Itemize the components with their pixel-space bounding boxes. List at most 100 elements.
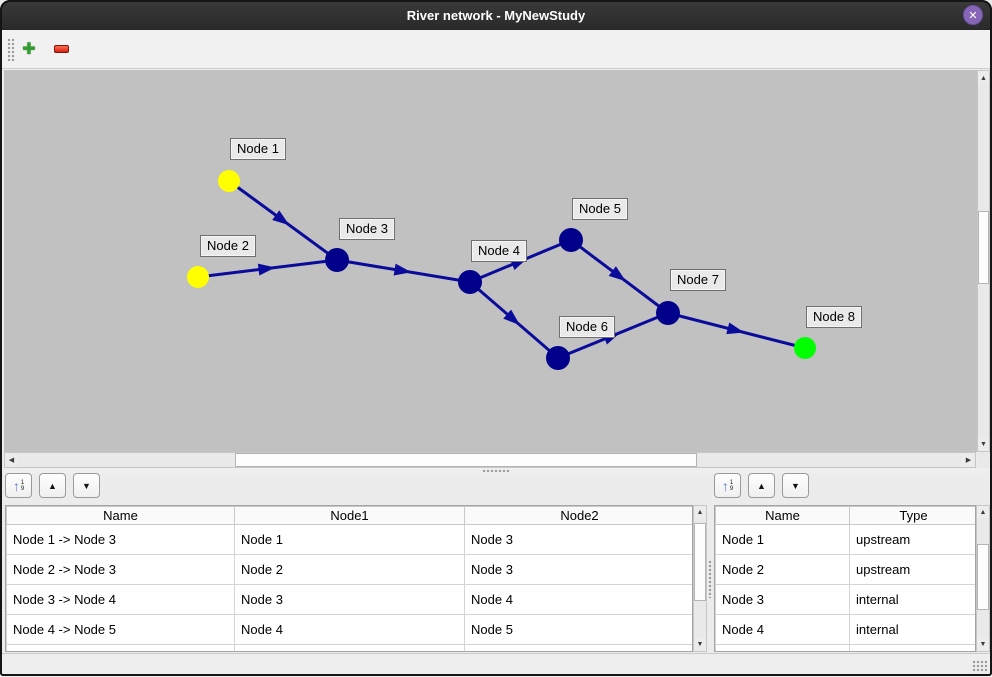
window-title: River network - MyNewStudy [407, 8, 585, 23]
node-circle[interactable] [187, 266, 209, 288]
table-cell[interactable]: Node 1 -> Node 3 [7, 525, 235, 555]
move-down-button[interactable]: ▼ [782, 473, 809, 498]
close-icon: ✕ [968, 9, 977, 22]
table-cell[interactable]: upstream [850, 525, 977, 555]
toolbar-drag-handle[interactable] [7, 38, 15, 61]
empty-cell [235, 645, 465, 653]
scrollbar-thumb[interactable] [694, 523, 706, 601]
table-cell[interactable]: Node 2 -> Node 3 [7, 555, 235, 585]
horizontal-scrollbar-thumb[interactable] [235, 453, 697, 467]
minus-icon [54, 45, 69, 53]
table-row[interactable]: Node 4internal [716, 615, 977, 645]
node-label[interactable]: Node 1 [230, 138, 286, 160]
table-cell[interactable]: Node 2 [235, 555, 465, 585]
column-header[interactable]: Node1 [235, 507, 465, 525]
scroll-down-arrow-icon[interactable]: ▼ [977, 638, 989, 651]
scroll-down-arrow-icon[interactable]: ▼ [978, 437, 989, 451]
empty-cell [465, 645, 694, 653]
scroll-up-arrow-icon[interactable]: ▲ [977, 506, 989, 519]
table-cell[interactable]: Node 3 [716, 585, 850, 615]
canvas-vertical-scrollbar[interactable]: ▲ ▼ [977, 70, 990, 452]
column-header[interactable]: Node2 [465, 507, 694, 525]
sort-icon: ↑ 1 9 [722, 479, 733, 493]
scroll-left-arrow-icon[interactable]: ◀ [5, 453, 18, 467]
edges-table: NameNode1Node2Node 1 -> Node 3Node 1Node… [5, 505, 693, 652]
node-label[interactable]: Node 3 [339, 218, 395, 240]
pane-splitter[interactable] [0, 468, 992, 473]
node-label[interactable]: Node 8 [806, 306, 862, 328]
table-cell[interactable]: Node 2 [716, 555, 850, 585]
empty-row [716, 645, 977, 653]
table-cell[interactable]: Node 1 [235, 525, 465, 555]
down-triangle-icon: ▼ [791, 481, 800, 491]
close-button[interactable]: ✕ [963, 5, 983, 25]
table-cell[interactable]: internal [850, 585, 977, 615]
status-bar [0, 653, 992, 677]
nodes-table-toolbar: ↑ 1 9 ▲ ▼ [714, 473, 809, 498]
sort-button[interactable]: ↑ 1 9 [714, 473, 741, 498]
scroll-up-arrow-icon[interactable]: ▲ [694, 506, 706, 519]
node-label[interactable]: Node 7 [670, 269, 726, 291]
scrollbar-thumb[interactable] [977, 544, 989, 610]
nodes-table-scrollbar[interactable]: ▲ ▼ [976, 505, 990, 652]
table-cell[interactable]: Node 4 -> Node 5 [7, 615, 235, 645]
node-circle[interactable] [656, 301, 680, 325]
move-down-button[interactable]: ▼ [73, 473, 100, 498]
edges-table-scrollbar[interactable]: ▲ ▼ [693, 505, 707, 652]
table-cell[interactable]: Node 4 [465, 585, 694, 615]
table-cell[interactable]: Node 3 [235, 585, 465, 615]
add-button[interactable]: ✚ [18, 38, 40, 60]
canvas-horizontal-scrollbar[interactable]: ◀ ▶ [4, 452, 976, 468]
scroll-right-arrow-icon[interactable]: ▶ [962, 453, 975, 467]
splitter-grip-icon [482, 469, 510, 472]
toolbar: ✚ [0, 30, 992, 69]
empty-cell [7, 645, 235, 653]
table-cell[interactable]: Node 3 -> Node 4 [7, 585, 235, 615]
node-label[interactable]: Node 2 [200, 235, 256, 257]
table-row[interactable]: Node 1upstream [716, 525, 977, 555]
scroll-down-arrow-icon[interactable]: ▼ [694, 638, 706, 651]
up-triangle-icon: ▲ [48, 481, 57, 491]
table-cell[interactable]: Node 1 [716, 525, 850, 555]
move-up-button[interactable]: ▲ [39, 473, 66, 498]
table-row[interactable]: Node 1 -> Node 3Node 1Node 3 [7, 525, 694, 555]
remove-button[interactable] [50, 38, 72, 60]
column-header[interactable]: Type [850, 507, 977, 525]
resize-grip-icon[interactable] [972, 660, 987, 673]
empty-row [7, 645, 694, 653]
vertical-scrollbar-thumb[interactable] [978, 211, 989, 284]
table-cell[interactable]: Node 3 [465, 525, 694, 555]
sort-button[interactable]: ↑ 1 9 [5, 473, 32, 498]
table-cell[interactable]: upstream [850, 555, 977, 585]
node-circle[interactable] [794, 337, 816, 359]
table-cell[interactable]: Node 5 [465, 615, 694, 645]
node-circle[interactable] [218, 170, 240, 192]
network-canvas[interactable]: Node 1 Node 2 Node 3 Node 4 Node 5 Node 6 Node… [4, 70, 977, 452]
table-cell[interactable]: internal [850, 615, 977, 645]
node-label[interactable]: Node 6 [559, 316, 615, 338]
table-row[interactable]: Node 2 -> Node 3Node 2Node 3 [7, 555, 694, 585]
edge-arrowhead-icon [726, 322, 745, 338]
column-header[interactable]: Name [7, 507, 235, 525]
node-label[interactable]: Node 4 [471, 240, 527, 262]
table-row[interactable]: Node 4 -> Node 5Node 4Node 5 [7, 615, 694, 645]
node-circle[interactable] [559, 228, 583, 252]
scroll-up-arrow-icon[interactable]: ▲ [978, 71, 989, 85]
move-up-button[interactable]: ▲ [748, 473, 775, 498]
column-header[interactable]: Name [716, 507, 850, 525]
table-row[interactable]: Node 3 -> Node 4Node 3Node 4 [7, 585, 694, 615]
node-circle[interactable] [325, 248, 349, 272]
edges-table-toolbar: ↑ 1 9 ▲ ▼ [5, 473, 100, 498]
table-cell[interactable]: Node 4 [235, 615, 465, 645]
table-cell[interactable]: Node 4 [716, 615, 850, 645]
node-circle[interactable] [546, 346, 570, 370]
table-row[interactable]: Node 2upstream [716, 555, 977, 585]
node-label[interactable]: Node 5 [572, 198, 628, 220]
table-cell[interactable]: Node 3 [465, 555, 694, 585]
node-circle[interactable] [458, 270, 482, 294]
scrollbar-corner [977, 452, 990, 468]
empty-cell [850, 645, 977, 653]
down-triangle-icon: ▼ [82, 481, 91, 491]
tables-splitter[interactable] [708, 560, 713, 598]
table-row[interactable]: Node 3internal [716, 585, 977, 615]
